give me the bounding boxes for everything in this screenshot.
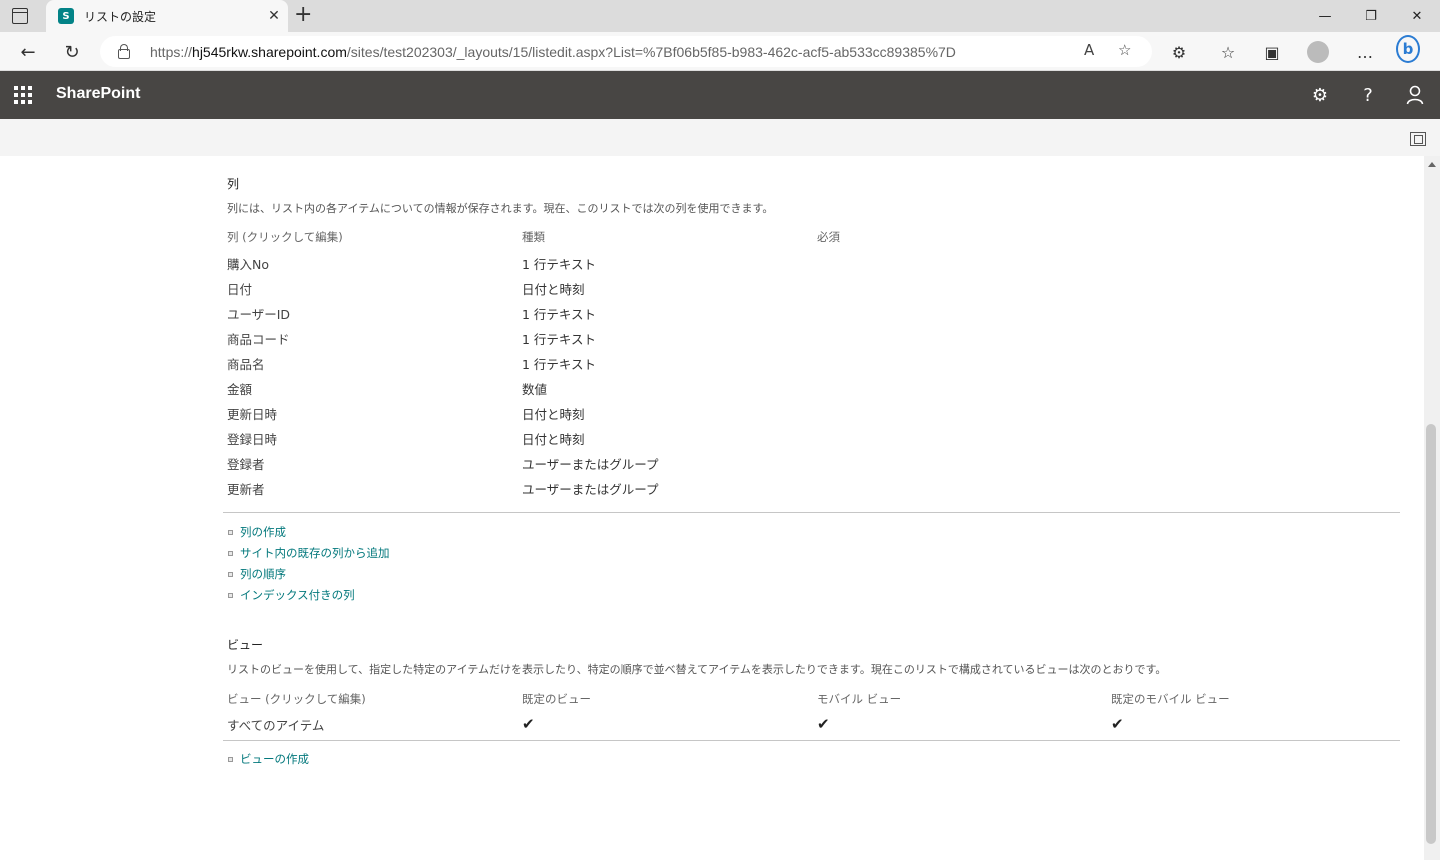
- bullet-icon: [228, 550, 233, 556]
- add-favorite-icon[interactable]: ☆: [1118, 41, 1131, 59]
- checkmark-icon: ✔: [522, 715, 535, 733]
- profile-icon[interactable]: [1306, 40, 1330, 64]
- columns-divider: [223, 512, 1400, 513]
- focus-mode-icon[interactable]: [1410, 132, 1426, 146]
- more-icon[interactable]: …: [1353, 40, 1377, 64]
- command-bar: [0, 119, 1440, 156]
- sharepoint-favicon-icon: S: [58, 8, 74, 24]
- column-name-link[interactable]: 購入No: [227, 254, 269, 273]
- column-name-link[interactable]: 商品コード: [227, 329, 290, 348]
- column-name-link[interactable]: 更新日時: [227, 404, 277, 423]
- favorites-icon[interactable]: ☆: [1216, 40, 1240, 64]
- bullet-icon: [228, 529, 233, 535]
- default-mobile-view-header: 既定のモバイル ビュー: [1111, 692, 1230, 706]
- new-tab-icon[interactable]: +: [294, 4, 312, 26]
- column-type: 日付と時刻: [522, 282, 585, 297]
- table-row: 更新日時 日付と時刻: [227, 404, 1397, 429]
- browser-toolbar: ← ↻ https://hj545rkw.sharepoint.com/site…: [0, 32, 1440, 71]
- views-description: リストのビューを使用して、指定した特定のアイテムだけを表示したり、特定の順序で並…: [227, 663, 1167, 676]
- tab-actions-icon[interactable]: [12, 8, 28, 24]
- views-header-row: ビュー (クリックして編集) 既定のビュー モバイル ビュー 既定のモバイル ビ…: [227, 691, 1397, 716]
- bullet-icon: [228, 756, 233, 762]
- minimize-icon[interactable]: —: [1302, 0, 1348, 32]
- column-type: 日付と時刻: [522, 407, 585, 422]
- indexed-columns-link[interactable]: インデックス付きの列: [228, 587, 355, 603]
- url-text: https://hj545rkw.sharepoint.com/sites/te…: [150, 43, 956, 60]
- suite-bar: SharePoint ⚙ ?: [0, 71, 1440, 119]
- table-row: 商品コード 1 行テキスト: [227, 329, 1397, 354]
- restore-icon[interactable]: ❐: [1348, 0, 1394, 32]
- checkmark-icon: ✔: [817, 715, 830, 733]
- column-name-link[interactable]: 更新者: [227, 479, 265, 498]
- table-row: 日付 日付と時刻: [227, 279, 1397, 304]
- app-launcher-icon[interactable]: [14, 86, 32, 104]
- columns-section-title: 列: [227, 177, 240, 191]
- bullet-icon: [228, 592, 233, 598]
- read-aloud-icon[interactable]: A: [1084, 41, 1094, 59]
- page-scrollbar[interactable]: [1424, 156, 1440, 860]
- create-view-link[interactable]: ビューの作成: [228, 751, 309, 767]
- column-type: 1 行テキスト: [522, 307, 597, 322]
- column-name-link[interactable]: 商品名: [227, 354, 265, 373]
- columns-header-row: 列 (クリックして編集) 種類 必須: [227, 229, 1397, 254]
- bullet-icon: [228, 571, 233, 577]
- default-view-header: 既定のビュー: [522, 692, 591, 706]
- sharepoint-title[interactable]: SharePoint: [56, 85, 140, 103]
- column-type: 1 行テキスト: [522, 257, 597, 272]
- table-row: 更新者 ユーザーまたはグループ: [227, 479, 1397, 504]
- table-row: 登録者 ユーザーまたはグループ: [227, 454, 1397, 479]
- column-name-link[interactable]: 登録者: [227, 454, 265, 473]
- settings-gear-icon[interactable]: ⚙: [1308, 83, 1332, 107]
- back-icon[interactable]: ←: [14, 38, 42, 66]
- bing-icon[interactable]: b: [1396, 35, 1420, 63]
- create-column-link[interactable]: 列の作成: [228, 524, 286, 540]
- column-name-link[interactable]: 登録日時: [227, 429, 277, 448]
- address-bar[interactable]: https://hj545rkw.sharepoint.com/sites/te…: [100, 36, 1152, 67]
- browser-tab[interactable]: S リストの設定 ✕: [46, 0, 288, 32]
- table-row: 金額 数値: [227, 379, 1397, 404]
- scroll-up-icon[interactable]: [1428, 162, 1436, 167]
- browser-tab-strip: S リストの設定 ✕ + — ❐ ✕: [0, 0, 1440, 32]
- account-icon[interactable]: [1403, 83, 1427, 107]
- column-name-link[interactable]: ユーザーID: [227, 304, 290, 323]
- table-row: ユーザーID 1 行テキスト: [227, 304, 1397, 329]
- close-tab-icon[interactable]: ✕: [260, 8, 288, 24]
- column-type: ユーザーまたはグループ: [522, 457, 659, 472]
- table-row: すべてのアイテム ✔ ✔ ✔: [227, 715, 1397, 740]
- views-section-title: ビュー: [227, 638, 264, 652]
- extensions-icon[interactable]: ⚙: [1167, 40, 1191, 64]
- views-divider: [223, 740, 1400, 741]
- column-type: 1 行テキスト: [522, 332, 597, 347]
- table-row: 商品名 1 行テキスト: [227, 354, 1397, 379]
- column-type: 数値: [522, 382, 548, 397]
- checkmark-icon: ✔: [1111, 715, 1124, 733]
- add-existing-column-link[interactable]: サイト内の既存の列から追加: [228, 545, 390, 561]
- columns-description: 列には、リスト内の各アイテムについての情報が保存されます。現在、このリストでは次…: [227, 202, 774, 215]
- refresh-icon[interactable]: ↻: [58, 38, 86, 66]
- column-order-link[interactable]: 列の順序: [228, 566, 286, 582]
- lock-icon: [118, 43, 130, 59]
- collections-icon[interactable]: ▣: [1260, 40, 1284, 64]
- close-window-icon[interactable]: ✕: [1394, 0, 1440, 32]
- column-name-link[interactable]: 金額: [227, 379, 252, 398]
- scrollbar-thumb[interactable]: [1426, 424, 1436, 844]
- column-name-header: 列 (クリックして編集): [227, 230, 343, 244]
- column-type: ユーザーまたはグループ: [522, 482, 659, 497]
- column-type: 日付と時刻: [522, 432, 585, 447]
- view-name-link[interactable]: すべてのアイテム: [227, 715, 324, 734]
- column-name-link[interactable]: 日付: [227, 279, 252, 298]
- table-row: 登録日時 日付と時刻: [227, 429, 1397, 454]
- help-icon[interactable]: ?: [1356, 83, 1380, 107]
- column-required-header: 必須: [817, 230, 840, 244]
- column-type-header: 種類: [522, 230, 545, 244]
- tab-title: リストの設定: [84, 9, 157, 24]
- column-type: 1 行テキスト: [522, 357, 597, 372]
- view-name-header: ビュー (クリックして編集): [227, 692, 366, 706]
- table-row: 購入No 1 行テキスト: [227, 254, 1397, 279]
- mobile-view-header: モバイル ビュー: [817, 692, 902, 706]
